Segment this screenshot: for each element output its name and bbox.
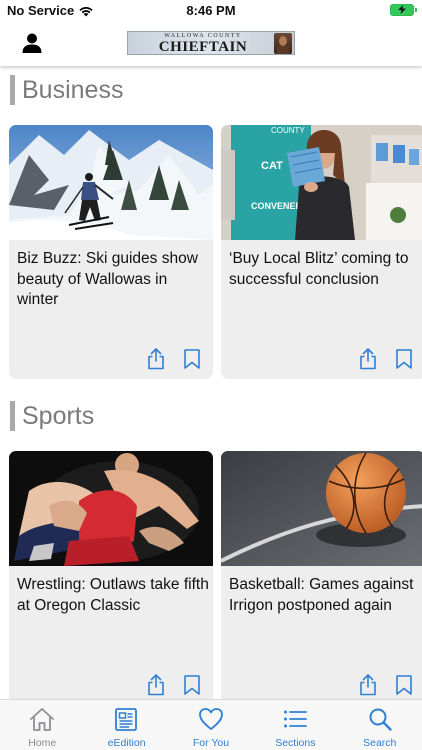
tab-label: Search <box>363 737 397 749</box>
share-icon[interactable] <box>147 348 165 370</box>
article-card[interactable]: COUNTY CAT CONVENER ‘Buy Local Blitz’ co… <box>221 125 422 379</box>
search-icon <box>369 708 392 731</box>
masthead-title: CHIEFTAIN <box>158 39 248 55</box>
battery-charging-icon <box>390 4 417 16</box>
heart-icon <box>198 708 223 730</box>
card-actions <box>359 674 413 696</box>
section-header-business[interactable]: Business <box>10 74 123 106</box>
status-bar: No Service 8:46 PM <box>0 0 422 22</box>
article-image-basketball[interactable] <box>221 451 422 566</box>
bookmark-icon[interactable] <box>183 674 201 696</box>
article-headline[interactable]: Wrestling: Outlaws take fifth at Oregon … <box>17 575 209 616</box>
article-card[interactable]: Basketball: Games against Irrigon postpo… <box>221 451 422 705</box>
article-headline[interactable]: ‘Buy Local Blitz’ coming to successful c… <box>229 249 421 290</box>
tab-label: eEdition <box>107 737 146 749</box>
banner-cat-text: CAT <box>261 160 283 172</box>
tab-eedition[interactable]: eEdition <box>84 700 168 750</box>
share-icon[interactable] <box>359 348 377 370</box>
status-time: 8:46 PM <box>186 3 236 18</box>
tab-label: Sections <box>275 737 316 749</box>
card-actions <box>147 674 201 696</box>
banner-convener-text: CONVENER <box>251 201 303 211</box>
article-image-skier[interactable] <box>9 125 213 240</box>
article-image-buy-local[interactable]: COUNTY CAT CONVENER <box>221 125 422 240</box>
bookmark-icon[interactable] <box>395 348 413 370</box>
article-card[interactable]: Wrestling: Outlaws take fifth at Oregon … <box>9 451 213 705</box>
tab-for-you[interactable]: For You <box>169 700 253 750</box>
masthead-logo[interactable]: WALLOWA COUNTY CHIEFTAIN <box>127 31 295 55</box>
article-card[interactable]: Biz Buzz: Ski guides show beauty of Wall… <box>9 125 213 379</box>
masthead-portrait-image <box>274 33 292 54</box>
share-icon[interactable] <box>359 674 377 696</box>
app-header: WALLOWA COUNTY CHIEFTAIN <box>0 22 422 66</box>
tab-label: For You <box>192 737 230 749</box>
newspaper-icon <box>115 708 138 731</box>
list-icon <box>284 710 308 728</box>
profile-icon[interactable] <box>21 32 43 54</box>
article-headline[interactable]: Biz Buzz: Ski guides show beauty of Wall… <box>17 249 209 311</box>
card-actions <box>147 348 201 370</box>
section-title: Business <box>22 75 124 104</box>
section-accent-bar <box>10 75 15 105</box>
banner-county-text: COUNTY <box>271 126 305 135</box>
tab-label: Home <box>28 737 57 749</box>
section-header-sports[interactable]: Sports <box>10 400 94 432</box>
bookmark-icon[interactable] <box>183 348 201 370</box>
card-actions <box>359 348 413 370</box>
article-image-wrestling[interactable] <box>9 451 213 566</box>
section-accent-bar <box>10 401 15 431</box>
section-title: Sports <box>22 401 95 430</box>
tab-bar: Home eEdition For You Sections Search <box>0 699 422 750</box>
tab-sections[interactable]: Sections <box>253 700 337 750</box>
home-icon <box>30 708 54 731</box>
share-icon[interactable] <box>147 674 165 696</box>
tab-search[interactable]: Search <box>338 700 422 750</box>
article-headline[interactable]: Basketball: Games against Irrigon postpo… <box>229 575 421 616</box>
bookmark-icon[interactable] <box>395 674 413 696</box>
tab-home[interactable]: Home <box>0 700 84 750</box>
